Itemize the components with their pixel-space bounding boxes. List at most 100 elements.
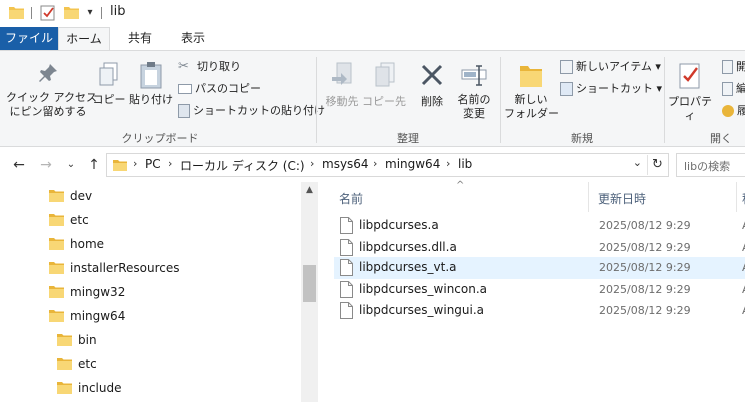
copy-path-button[interactable]: パスのコピー — [178, 79, 261, 99]
history-icon — [722, 105, 734, 117]
breadcrumb-mingw64[interactable]: mingw64 — [385, 157, 440, 171]
edit-icon — [722, 82, 733, 96]
customize-quick-access-icon[interactable]: ▾ — [84, 7, 96, 19]
easy-access-button[interactable]: ショートカット ▾ — [560, 79, 662, 99]
tree-item-label: etc — [70, 213, 89, 227]
tab-view[interactable]: 表示 — [170, 27, 216, 51]
paste-button[interactable]: 貼り付け — [128, 61, 174, 107]
file-row[interactable]: libpdcurses_wincon.a 2025/08/12 9:29 A — [334, 279, 745, 301]
file-date: 2025/08/12 9:29 — [599, 219, 691, 232]
copy-button[interactable]: コピー — [92, 61, 126, 107]
up-arrow-icon[interactable]: ↑ — [85, 156, 103, 174]
tree-item-label: home — [70, 237, 105, 251]
breadcrumb-chevron-icon[interactable]: › — [310, 157, 314, 170]
rename-button[interactable]: 名前の 変更 — [452, 61, 496, 121]
title-bar: ▾ lib — [0, 0, 745, 27]
folder-icon — [9, 7, 24, 19]
breadcrumb-chevron-icon[interactable]: › — [168, 157, 172, 170]
properties-icon — [679, 63, 700, 89]
column-divider[interactable] — [736, 182, 737, 212]
breadcrumb-chevron-icon[interactable]: › — [446, 157, 450, 170]
nav-pane-scrollbar[interactable]: ▲ — [301, 182, 318, 402]
scrollbar-thumb[interactable] — [303, 265, 316, 302]
move-to-button[interactable]: 移動先 — [320, 61, 364, 109]
clipboard-icon — [140, 62, 162, 89]
clipboard-group-label: クリップボード — [121, 132, 199, 145]
column-header-name[interactable]: 名前 — [339, 190, 363, 207]
tab-share[interactable]: 共有 — [116, 27, 164, 51]
delete-x-icon — [421, 64, 443, 86]
copy-icon — [99, 62, 118, 86]
breadcrumb-msys64[interactable]: msys64 — [322, 157, 369, 171]
scroll-up-arrow-icon[interactable]: ▲ — [301, 182, 318, 199]
navigation-pane: dev etc home installerResources mingw32 … — [0, 182, 318, 402]
breadcrumb-chevron-icon[interactable]: › — [373, 157, 377, 170]
refresh-icon[interactable]: ↻ — [647, 155, 667, 175]
new-folder-label: 新しい フォルダー — [504, 93, 559, 120]
edit-label: 編 — [736, 82, 745, 95]
tree-item-label: include — [78, 381, 122, 395]
new-folder-quick-icon[interactable] — [64, 6, 79, 19]
column-divider[interactable] — [588, 182, 589, 212]
delete-button[interactable]: 削除 — [412, 61, 452, 109]
edit-button[interactable]: 編 — [722, 79, 745, 99]
new-folder-button[interactable]: 新しい フォルダー — [504, 61, 559, 121]
new-item-button[interactable]: 新しいアイテム ▾ — [560, 57, 661, 77]
group-separator — [316, 57, 317, 143]
address-history-dropdown-icon[interactable]: ⌄ — [633, 156, 642, 169]
forward-arrow-icon[interactable]: → — [37, 156, 55, 174]
folder-icon — [113, 160, 127, 171]
file-row[interactable]: libpdcurses.dll.a 2025/08/12 9:29 A — [334, 237, 745, 259]
tab-file[interactable]: ファイル — [0, 27, 58, 51]
address-bar[interactable]: › PC › ローカル ディスク (C:) › msys64 › mingw64… — [106, 153, 669, 177]
copy-to-button[interactable]: コピー先 — [362, 61, 406, 109]
tree-item-label: dev — [70, 189, 93, 203]
open-group-label: 開く — [710, 132, 732, 145]
pin-icon — [39, 64, 57, 82]
folder-icon — [49, 262, 64, 274]
easy-access-label: ショートカット — [576, 82, 653, 95]
breadcrumb-chevron-icon[interactable]: › — [133, 157, 137, 170]
cut-button[interactable]: ✂ 切り取り — [178, 57, 241, 77]
search-box[interactable]: libの検索 — [676, 153, 745, 177]
open-label: 開 — [736, 60, 745, 73]
file-name: libpdcurses_wingui.a — [359, 303, 485, 317]
breadcrumb-pc[interactable]: PC — [145, 157, 161, 171]
recent-locations-chevron-icon[interactable]: ⌄ — [62, 156, 80, 174]
history-button[interactable]: 履 — [722, 101, 745, 121]
new-item-label: 新しいアイテム — [576, 60, 652, 73]
copy-path-label: パスのコピー — [195, 82, 261, 95]
paste-shortcut-label: ショートカットの貼り付け — [193, 104, 325, 117]
folder-icon — [49, 286, 64, 298]
navigation-bar: ← → ⌄ ↑ › PC › ローカル ディスク (C:) › msys64 ›… — [0, 148, 745, 182]
breadcrumb-lib[interactable]: lib — [458, 157, 472, 171]
back-arrow-icon[interactable]: ← — [10, 156, 28, 174]
file-icon — [340, 239, 353, 256]
copy-path-icon — [178, 84, 192, 94]
file-row[interactable]: libpdcurses_wingui.a 2025/08/12 9:29 A — [334, 300, 745, 322]
sort-ascending-icon: ^ — [456, 180, 465, 191]
search-placeholder: libの検索 — [684, 160, 731, 173]
file-row[interactable]: libpdcurses.a 2025/08/12 9:29 A — [334, 215, 745, 237]
folder-icon — [49, 238, 64, 250]
column-header-date[interactable]: 更新日時 — [598, 190, 646, 207]
tab-home[interactable]: ホーム — [58, 27, 110, 51]
pin-quick-access-button[interactable]: クイック アクセス にピン留めする — [6, 61, 97, 119]
breadcrumb-local-disk[interactable]: ローカル ディスク (C:) — [180, 157, 305, 174]
file-date: 2025/08/12 9:29 — [599, 283, 691, 296]
copy-to-label: コピー先 — [362, 95, 406, 108]
file-icon — [340, 281, 353, 298]
properties-button[interactable]: プロパティ — [668, 61, 712, 123]
dropdown-arrow-icon: ▾ — [655, 60, 661, 73]
ribbon-tabs: ファイル ホーム 共有 表示 — [0, 27, 745, 51]
open-button[interactable]: 開 — [722, 57, 745, 77]
separator — [31, 7, 32, 19]
properties-quick-icon[interactable] — [40, 4, 56, 21]
new-group-label: 新規 — [571, 132, 593, 145]
file-row-selected[interactable]: libpdcurses_vt.a 2025/08/12 9:29 A — [334, 257, 745, 279]
cut-label: 切り取り — [197, 60, 241, 73]
copy-label: コピー — [92, 93, 126, 106]
rename-label: 名前の 変更 — [457, 93, 491, 120]
folder-icon — [57, 334, 72, 346]
paste-shortcut-button[interactable]: ショートカットの貼り付け — [178, 101, 325, 121]
